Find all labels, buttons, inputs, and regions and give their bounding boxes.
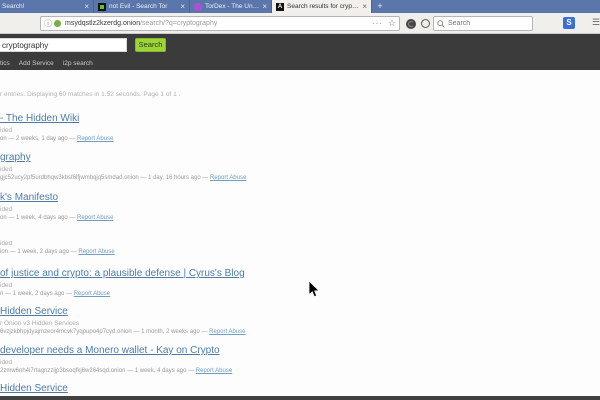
result-url-text: on — 1 week, 4 days ago — <box>0 215 77 221</box>
results-stats-line: r entries. Displaying 60 matches in 1.52… <box>0 91 180 98</box>
magnifier-icon <box>437 20 445 28</box>
result-description: ided <box>0 240 115 247</box>
page-actions-icon[interactable]: ··· <box>372 19 383 28</box>
bookmark-star-icon[interactable]: ☆ <box>388 18 396 29</box>
search-result: Hidden Service <box>0 383 68 397</box>
result-meta: on — 2 weeks, 1 day ago — Report Abuse <box>0 136 113 142</box>
report-abuse-link[interactable]: Report Abuse <box>74 291 110 297</box>
result-url-text: on — 2 weeks, 1 day ago — <box>0 136 77 142</box>
search-result: developer needs a Monero wallet - Kay on… <box>0 345 232 374</box>
url-bar[interactable]: ⓘ msydqstlz2kzerdg.onion /search/?q=cryp… <box>40 16 400 31</box>
site-info-icon[interactable]: ⓘ <box>44 18 52 29</box>
result-meta: gjc52ucy2pf5urdbhqw3kbsf6lfjwmbqjq5smdad… <box>0 175 246 181</box>
result-url-text: 6vzjzkbhpjdyajmzeor4mcvk7yqpupo4p7cyd.on… <box>0 329 209 335</box>
result-description: ided <box>0 166 246 173</box>
close-icon[interactable]: × <box>362 3 367 11</box>
result-meta: on — 1 week, 4 days ago — Report Abuse <box>0 215 113 221</box>
result-title-link[interactable]: developer needs a Monero wallet - Kay on… <box>0 345 232 356</box>
report-abuse-link[interactable]: Report Abuse <box>210 175 246 181</box>
tab-ahmia-results-active[interactable]: A Search results for cryptography × <box>272 0 372 13</box>
result-description: ided <box>0 206 113 213</box>
nav-link-i2p-search[interactable]: i2p search <box>63 60 93 67</box>
query-input[interactable] <box>0 38 127 52</box>
tab-bar: Search! × not Evil - Search Tor × TorDex… <box>0 0 600 13</box>
result-meta: n — 1 week, 2 days ago — Report Abuse <box>0 291 245 297</box>
new-tab-button[interactable]: + <box>372 0 388 13</box>
result-title-link[interactable]: of justice and crypto: a plausible defen… <box>0 268 245 279</box>
mouse-cursor-icon <box>308 281 320 299</box>
tab-tordex[interactable]: TorDex - The Uncensored Tor Index × <box>190 0 272 13</box>
onion-site-icon <box>54 20 61 27</box>
result-meta: 2zmw6nh4i7rtagnzzijp3bsoqfkj6w264sqd.oni… <box>0 368 232 374</box>
menu-hamburger-icon[interactable]: ☰ <box>592 17 600 28</box>
nav-toolbar: ⓘ msydqstlz2kzerdg.onion /search/?q=cryp… <box>0 13 600 34</box>
tab-title: TorDex - The Uncensored Tor Index <box>205 3 259 10</box>
result-title-link[interactable]: graphy <box>0 152 246 163</box>
search-result: Hidden Service r Onion v3 Hidden Service… <box>0 306 245 335</box>
nav-link-statistics[interactable]: tics <box>0 60 10 67</box>
result-url-text: ion — 1 week, 2 days ago — <box>0 249 78 255</box>
result-title-link[interactable]: Hidden Service <box>0 306 245 317</box>
search-result: graphy ided gjc52ucy2pf5urdbhqw3kbsf6lfj… <box>0 152 246 181</box>
url-host-text: msydqstlz2kzerdg.onion <box>65 20 140 27</box>
tab-title: Search results for cryptography <box>287 3 359 10</box>
result-description: ided <box>0 359 232 366</box>
report-abuse-link[interactable]: Report Abuse <box>77 215 113 221</box>
search-result: - The Hidden Wiki ided on — 2 weeks, 1 d… <box>0 113 113 142</box>
torbutton-onion-icon[interactable] <box>406 19 416 29</box>
close-icon[interactable]: × <box>180 3 185 11</box>
report-abuse-link[interactable]: Report Abuse <box>78 249 114 255</box>
report-abuse-link[interactable]: Report Abuse <box>77 136 113 142</box>
nav-link-add-service[interactable]: Add Service <box>19 60 54 67</box>
search-button[interactable]: Search <box>135 38 166 52</box>
result-description: ided <box>0 282 245 289</box>
result-description: ided <box>0 127 113 134</box>
result-url-text: 2zmw6nh4i7rtagnzzijp3bsoqfkj6w264sqd.oni… <box>0 368 196 374</box>
ahmia-nav: tics Add Service i2p search <box>0 56 600 70</box>
browser-search-box[interactable] <box>433 16 533 31</box>
ahmia-header: Search <box>0 34 600 56</box>
result-meta: 6vzjzkbhpjdyajmzeor4mcvk7yqpupo4p7cyd.on… <box>0 329 245 335</box>
close-icon[interactable]: × <box>84 3 89 11</box>
bottom-dark-strip <box>0 396 600 400</box>
close-icon[interactable]: × <box>262 3 267 11</box>
result-title-link[interactable]: k's Manifesto <box>0 192 113 203</box>
tab-title: not Evil - Search Tor <box>109 3 177 10</box>
browser-window: Search! × not Evil - Search Tor × TorDex… <box>0 0 600 400</box>
tab-notevil[interactable]: not Evil - Search Tor × <box>94 0 190 13</box>
report-abuse-link[interactable]: Report Abuse <box>196 368 232 374</box>
result-url-text: n — 1 week, 2 days ago — <box>0 291 74 297</box>
search-result: k's Manifesto ided on — 1 week, 4 days a… <box>0 192 113 221</box>
result-url-text: gjc52ucy2pf5urdbhqw3kbsf6lfjwmbqjq5smdad… <box>0 175 210 181</box>
search-result: of justice and crypto: a plausible defen… <box>0 268 245 297</box>
result-description: r Onion v3 Hidden Services <box>0 320 245 327</box>
browser-search-input[interactable] <box>448 20 529 27</box>
result-title-link[interactable]: Hidden Service <box>0 383 68 394</box>
report-abuse-link[interactable]: Report Abuse <box>209 329 245 335</box>
results-area: r entries. Displaying 60 matches in 1.52… <box>0 70 600 396</box>
tab-title: Search! <box>2 3 81 10</box>
ahmia-favicon-icon: A <box>276 3 284 11</box>
notevil-favicon-icon <box>98 3 106 11</box>
tordex-favicon-icon <box>194 3 202 11</box>
result-meta: ion — 1 week, 2 days ago — Report Abuse <box>0 249 115 255</box>
tab-search[interactable]: Search! × <box>0 0 94 13</box>
toolbar-circle-icon[interactable] <box>421 19 430 28</box>
search-result: ided ion — 1 week, 2 days ago — Report A… <box>0 240 115 255</box>
url-path-text: /search/?q=cryptography <box>140 20 372 27</box>
result-title-link[interactable]: - The Hidden Wiki <box>0 113 113 124</box>
noscript-icon[interactable]: S <box>563 17 575 29</box>
